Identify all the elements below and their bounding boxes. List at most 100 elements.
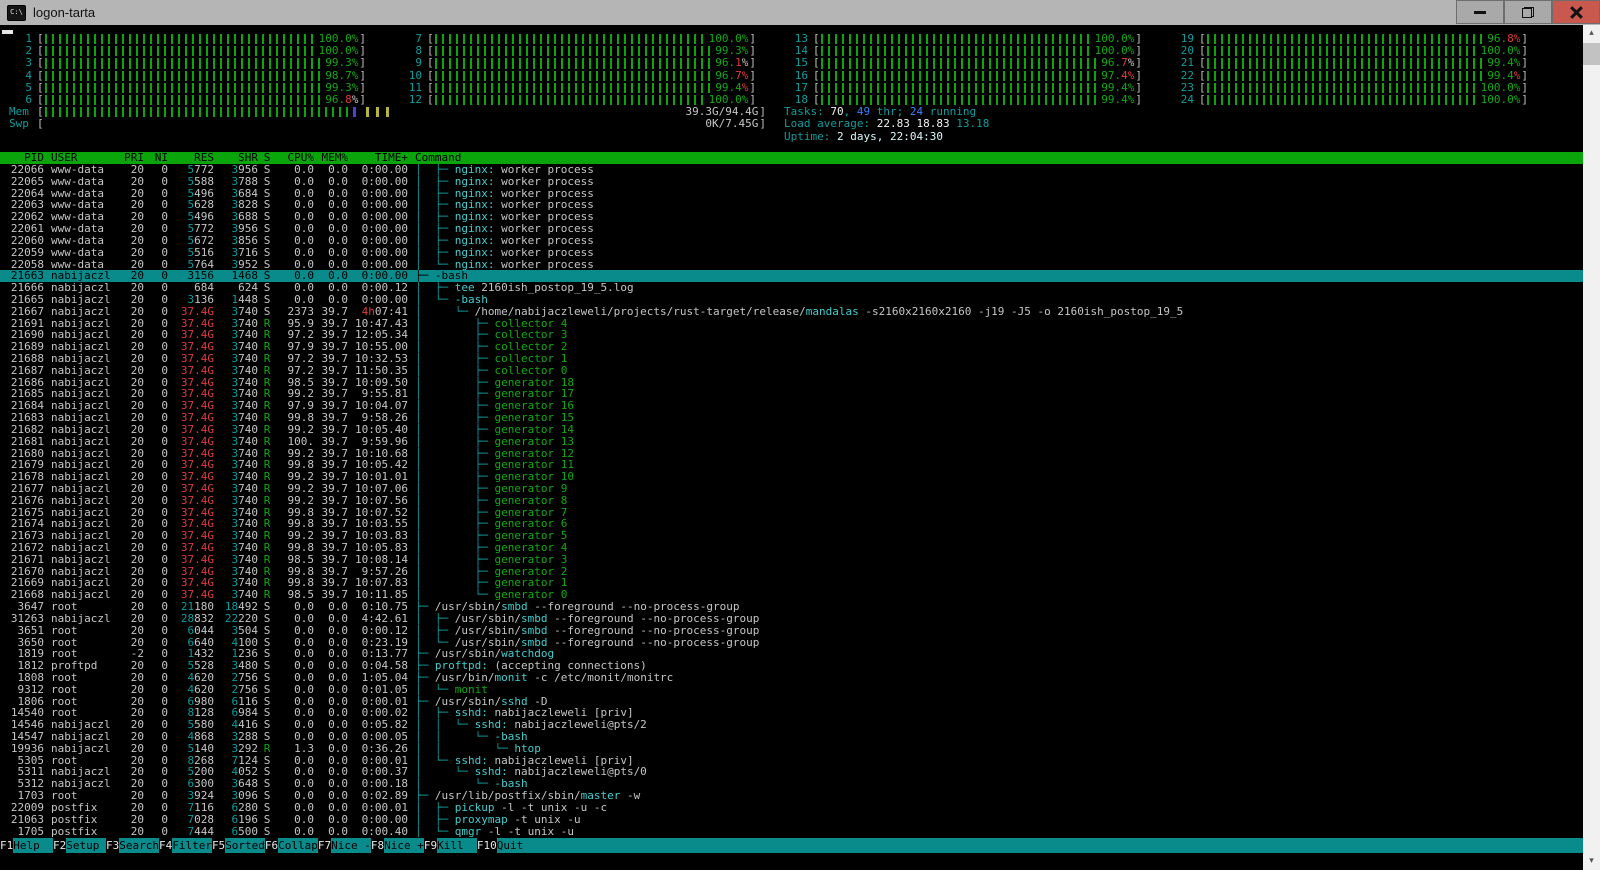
restore-button[interactable] xyxy=(1504,0,1552,24)
fnkey-F5[interactable]: F5 xyxy=(212,838,225,853)
process-row[interactable]: 1808root20046202756S0.00.01:05.04├─ /usr… xyxy=(0,672,1583,684)
text-segment: 924 xyxy=(194,790,214,802)
process-row[interactable]: 22065www-data20055883788S0.00.00:00.00│ … xyxy=(0,176,1583,188)
process-row[interactable]: 22066www-data20057723956S0.00.00:00.00│ … xyxy=(0,164,1583,176)
fnlabel-kill[interactable]: Kill xyxy=(437,838,477,853)
text-segment: 0.0 xyxy=(328,790,348,802)
process-row[interactable]: 14547nabijaczl20048683288S0.00.00:00.05│… xyxy=(0,731,1583,743)
fnlabel-sorted[interactable]: Sorted xyxy=(225,838,265,853)
process-row[interactable]: 21690nabijaczl20037.4G3740R97.239.712:05… xyxy=(0,329,1583,341)
fnkey-F3[interactable]: F3 xyxy=(106,838,119,853)
fnkey-F2[interactable]: F2 xyxy=(53,838,66,853)
process-row[interactable]: 22064www-data20054963684S0.00.00:00.00│ … xyxy=(0,188,1583,200)
process-row[interactable]: 14540root20081286984S0.00.00:00.02│ ├─ s… xyxy=(0,707,1583,719)
fnkey-F9[interactable]: F9 xyxy=(424,838,437,853)
process-row[interactable]: 1705postfix20074446500S0.00.00:00.40│ └─… xyxy=(0,826,1583,838)
process-row[interactable]: 22058www-data20057643952S0.00.00:00.00│ … xyxy=(0,259,1583,271)
process-row[interactable]: 21668nabijaczl20037.4G3740R98.539.710:11… xyxy=(0,589,1583,601)
process-row[interactable]: 21684nabijaczl20037.4G3740R97.939.710:04… xyxy=(0,400,1583,412)
process-row[interactable]: 21685nabijaczl20037.4G3740R99.239.79:55.… xyxy=(0,388,1583,400)
process-row[interactable]: 1812proftpd20055283480S0.00.00:04.58├─ p… xyxy=(0,660,1583,672)
process-row[interactable]: 21671nabijaczl20037.4G3740R98.539.710:08… xyxy=(0,554,1583,566)
process-row[interactable]: 21678nabijaczl20037.4G3740R99.239.710:01… xyxy=(0,471,1583,483)
process-row[interactable]: 1819root-2014321236S0.00.00:13.77├─ /usr… xyxy=(0,648,1583,660)
fnlabel-help[interactable]: Help xyxy=(13,838,53,853)
pid-cell: 1703 xyxy=(0,790,44,802)
process-row[interactable]: 21679nabijaczl20037.4G3740R99.839.710:05… xyxy=(0,459,1583,471)
process-row[interactable]: 21670nabijaczl20037.4G3740R99.839.79:57.… xyxy=(0,566,1583,578)
scrollbar[interactable]: ▴ ▾ xyxy=(1583,25,1600,870)
process-row[interactable]: 22062www-data20054963688S0.00.00:00.00│ … xyxy=(0,211,1583,223)
process-row[interactable]: 19936nabijaczl20051403292R1.30.00:36.26│… xyxy=(0,743,1583,755)
process-row-selected[interactable]: 21663nabijaczl20031561468S0.00.00:00.00├… xyxy=(0,270,1583,282)
text-segment: nabijaczleweli [priv] xyxy=(488,755,634,767)
process-row[interactable]: 22061www-data20057723956S0.00.00:00.00│ … xyxy=(0,223,1583,235)
process-row[interactable]: 22060www-data20056723856S0.00.00:00.00│ … xyxy=(0,235,1583,247)
process-row[interactable]: 21666nabijaczl200684624S0.00.00:00.12│ ├… xyxy=(0,282,1583,294)
cpu-meter-2: 2[100.0%] xyxy=(8,45,366,57)
process-row[interactable]: 21691nabijaczl20037.4G3740R95.939.710:47… xyxy=(0,318,1583,330)
console-icon[interactable]: C:\ xyxy=(7,5,26,21)
process-row[interactable]: 21676nabijaczl20037.4G3740R99.239.710:07… xyxy=(0,495,1583,507)
text-segment: nabijaczl xyxy=(51,743,111,755)
process-row[interactable]: 21688nabijaczl20037.4G3740R97.239.710:32… xyxy=(0,353,1583,365)
process-row[interactable]: 21667nabijaczl20037.4G3740S237339.74h07:… xyxy=(0,306,1583,318)
process-row[interactable]: 5311nabijaczl20052004052S0.00.00:00.37│ … xyxy=(0,766,1583,778)
state-cell: R xyxy=(258,589,276,601)
fnlabel-nice[interactable]: Nice + xyxy=(384,838,424,853)
fnlabel-filter[interactable]: Filter xyxy=(172,838,212,853)
scrollbar-thumb[interactable] xyxy=(1583,43,1600,65)
process-row[interactable]: 21673nabijaczl20037.4G3740R99.239.710:03… xyxy=(0,530,1583,542)
process-row[interactable]: 5305root20082687124S0.00.00:00.01│ └─ ss… xyxy=(0,755,1583,767)
process-row[interactable]: 22009postfix20071166280S0.00.00:00.01│ ├… xyxy=(0,802,1583,814)
fnkey-F8[interactable]: F8 xyxy=(371,838,384,853)
process-row[interactable]: 21669nabijaczl20037.4G3740R99.839.710:07… xyxy=(0,577,1583,589)
process-row[interactable]: 21681nabijaczl20037.4G3740R100.39.79:59.… xyxy=(0,436,1583,448)
fnkey-F7[interactable]: F7 xyxy=(318,838,331,853)
process-row[interactable]: 3650root20066404100S0.00.00:23.19│ └─ /u… xyxy=(0,637,1583,649)
process-row[interactable]: 21682nabijaczl20037.4G3740R99.239.710:05… xyxy=(0,424,1583,436)
process-row[interactable]: 9312root20046202756S0.00.00:01.05│ └─ mo… xyxy=(0,684,1583,696)
process-row[interactable]: 21689nabijaczl20037.4G3740R97.939.710:55… xyxy=(0,341,1583,353)
process-row[interactable]: 21683nabijaczl20037.4G3740R99.839.79:58.… xyxy=(0,412,1583,424)
process-row[interactable]: 21686nabijaczl20037.4G3740R98.539.710:09… xyxy=(0,377,1583,389)
fnkey-F4[interactable]: F4 xyxy=(159,838,172,853)
process-row[interactable]: 21677nabijaczl20037.4G3740R99.239.710:07… xyxy=(0,483,1583,495)
process-row[interactable]: 22063www-data20056283828S0.00.00:00.00│ … xyxy=(0,199,1583,211)
fnkey-F1[interactable]: F1 xyxy=(0,838,13,853)
minimize-button[interactable] xyxy=(1456,0,1504,24)
fnkey-F10[interactable]: F10 xyxy=(477,838,497,853)
meter-fill xyxy=(45,46,359,56)
process-row[interactable]: 31263nabijaczl2002883222220S0.00.04:42.6… xyxy=(0,613,1583,625)
meter-bracket: [ xyxy=(427,94,434,106)
process-row[interactable]: 21674nabijaczl20037.4G3740R99.839.710:03… xyxy=(0,518,1583,530)
command-cell: │ ├─ generator 6 xyxy=(408,518,1583,530)
fnlabel-setup[interactable]: Setup xyxy=(66,838,106,853)
fnkey-F6[interactable]: F6 xyxy=(265,838,278,853)
fnlabel-search[interactable]: Search xyxy=(119,838,159,853)
close-button[interactable] xyxy=(1552,0,1600,24)
process-row[interactable]: 21687nabijaczl20037.4G3740R97.239.711:50… xyxy=(0,365,1583,377)
pid-cell: 5312 xyxy=(0,778,44,790)
process-row[interactable]: 3651root20060443504S0.00.00:00.12│ ├─ /u… xyxy=(0,625,1583,637)
process-row[interactable]: 1703root20039243096S0.00.00:02.89├─ /usr… xyxy=(0,790,1583,802)
process-row[interactable]: 21672nabijaczl20037.4G3740R99.839.710:05… xyxy=(0,542,1583,554)
fnlabel-collap[interactable]: Collap xyxy=(278,838,318,853)
scroll-down-icon[interactable]: ▾ xyxy=(1583,853,1600,870)
process-row[interactable]: 1806root20069806116S0.00.00:00.01├─ /usr… xyxy=(0,696,1583,708)
process-row[interactable]: 21680nabijaczl20037.4G3740R99.239.710:10… xyxy=(0,448,1583,460)
process-row[interactable]: 14546nabijaczl20055804416S0.00.00:05.82│… xyxy=(0,719,1583,731)
process-row[interactable]: 22059www-data20055163716S0.00.00:00.00│ … xyxy=(0,247,1583,259)
fnlabel-quit[interactable]: Quit xyxy=(497,838,537,853)
command-cell: │ └─ monit xyxy=(408,684,1583,696)
process-row[interactable]: 3647root2002118018492S0.00.00:10.75├─ /u… xyxy=(0,601,1583,613)
fnlabel-nice[interactable]: Nice - xyxy=(331,838,371,853)
process-row[interactable]: 21063postfix20070286196S0.00.00:00.00│ ├… xyxy=(0,814,1583,826)
scroll-up-icon[interactable]: ▴ xyxy=(1583,25,1600,42)
text-segment: (accepting connections) xyxy=(488,660,647,672)
process-row[interactable]: 5312nabijaczl20063003648S0.00.00:00.18│ … xyxy=(0,778,1583,790)
process-row[interactable]: 21675nabijaczl20037.4G3740R99.839.710:07… xyxy=(0,507,1583,519)
process-row[interactable]: 21665nabijaczl20031361448S0.00.00:00.00│… xyxy=(0,294,1583,306)
command-cell: │ ├─ collector 1 xyxy=(408,353,1583,365)
meter-bracket: ] xyxy=(359,70,366,82)
